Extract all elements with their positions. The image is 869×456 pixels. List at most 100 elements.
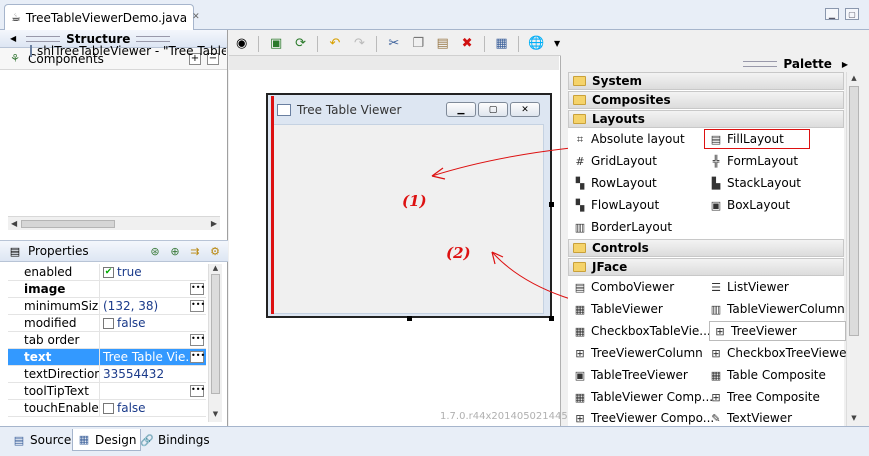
item-label: CheckboxTreeViewer	[727, 346, 852, 360]
tab-bindings[interactable]: 🔗 Bindings	[136, 429, 214, 451]
category-label: Layouts	[592, 112, 645, 126]
item-label: Tree Composite	[727, 390, 820, 404]
table-viewer-icon: ▦	[574, 302, 586, 316]
item-label: ComboViewer	[591, 280, 675, 294]
item-label: TreeViewer	[731, 324, 797, 338]
row-layout-icon: ▚	[575, 176, 585, 190]
table-viewer-column-icon: ▥	[710, 302, 722, 316]
category-label: System	[592, 74, 642, 88]
tab-label: Source	[30, 433, 72, 447]
palette-item-tableviewercolumn[interactable]: ▥ TableViewerColumn	[709, 300, 845, 318]
checkbox-tree-viewer-icon: ⊞	[711, 346, 721, 360]
palette-item-listviewer[interactable]: ☰ ListViewer	[709, 278, 789, 296]
palette-item-flowlayout[interactable]: ▚ FlowLayout	[573, 196, 659, 214]
category-jface[interactable]: JFace	[568, 258, 844, 276]
item-label: StackLayout	[727, 176, 802, 190]
fill-layout-icon: ▤	[710, 132, 722, 146]
item-label: TableTreeViewer	[591, 368, 688, 382]
table-composite-icon: ▦	[710, 368, 722, 382]
palette-item-gridlayout[interactable]: # GridLayout	[573, 152, 657, 170]
grip-icon[interactable]	[743, 61, 778, 67]
table-viewer-composite-icon: ▦	[574, 390, 586, 404]
palette-item-filllayout[interactable]: ▤ FillLayout	[704, 129, 810, 149]
palette-item-rowlayout[interactable]: ▚ RowLayout	[573, 174, 657, 192]
item-label: TreeViewer Compo...	[591, 411, 715, 425]
palette-item-tablecomposite[interactable]: ▦ Table Composite	[709, 366, 826, 384]
palette-item-treeviewercolumn[interactable]: ⊞ TreeViewerColumn	[573, 344, 703, 362]
tree-viewer-icon: ⊞	[715, 324, 725, 338]
tree-viewer-composite-icon: ⊞	[575, 411, 585, 425]
palette-header: Palette ▶	[562, 56, 852, 72]
palette-item-boxlayout[interactable]: ▣ BoxLayout	[709, 196, 790, 214]
palette-item-absolute-layout[interactable]: ⌗ Absolute layout	[573, 130, 685, 148]
item-label: Absolute layout	[591, 132, 685, 146]
palette-item-textviewer[interactable]: ✎ TextViewer	[709, 409, 792, 427]
palette-title: Palette	[783, 57, 832, 71]
design-icon: ▦	[78, 433, 90, 446]
palette-item-tableviewercomposite[interactable]: ▦ TableViewer Comp...	[573, 388, 713, 406]
border-layout-icon: ▥	[574, 220, 586, 234]
table-tree-viewer-icon: ▣	[574, 368, 586, 382]
item-label: GridLayout	[591, 154, 657, 168]
source-icon: ▤	[13, 433, 25, 447]
tab-label: Bindings	[158, 433, 210, 447]
item-label: CheckboxTableVie...	[591, 324, 711, 338]
box-layout-icon: ▣	[710, 198, 722, 212]
text-viewer-icon: ✎	[711, 411, 721, 425]
item-label: FillLayout	[727, 132, 784, 146]
tab-label: Design	[95, 432, 137, 447]
tree-composite-icon: ⊞	[711, 390, 721, 404]
collapse-right-icon[interactable]: ▶	[842, 60, 848, 69]
item-label: TableViewer Comp...	[591, 390, 714, 404]
palette-item-treecomposite[interactable]: ⊞ Tree Composite	[709, 388, 820, 406]
palette-item-tableviewer[interactable]: ▦ TableViewer	[573, 300, 663, 318]
category-controls[interactable]: Controls	[568, 239, 844, 257]
item-label: ListViewer	[727, 280, 789, 294]
grid-layout-icon: #	[575, 154, 585, 168]
item-label: RowLayout	[591, 176, 657, 190]
checkbox-table-viewer-icon: ▦	[574, 324, 586, 338]
item-label: TreeViewerColumn	[591, 346, 703, 360]
item-label: BorderLayout	[591, 220, 673, 234]
category-system[interactable]: System	[568, 72, 844, 90]
tree-viewer-column-icon: ⊞	[575, 346, 585, 360]
absolute-layout-icon: ⌗	[576, 132, 584, 146]
bindings-icon: 🔗	[140, 433, 154, 447]
palette-item-comboviewer[interactable]: ▤ ComboViewer	[573, 278, 674, 296]
palette-item-checkboxtreeviewer[interactable]: ⊞ CheckboxTreeViewer	[709, 344, 851, 362]
category-composites[interactable]: Composites	[568, 91, 844, 109]
category-label: JFace	[592, 260, 628, 274]
version-label: 1.7.0.r44x201405021445	[440, 411, 568, 422]
folder-icon	[573, 114, 586, 124]
item-label: TextViewer	[727, 411, 793, 425]
palette-item-treeviewer[interactable]: ⊞ TreeViewer	[709, 321, 846, 341]
folder-icon	[573, 243, 586, 253]
item-label: BoxLayout	[727, 198, 791, 212]
scroll-down-icon[interactable]: ▼	[847, 414, 861, 422]
folder-icon	[573, 262, 586, 272]
item-label: Table Composite	[727, 368, 826, 382]
palette-item-treeviewercomposite[interactable]: ⊞ TreeViewer Compo...	[573, 409, 714, 427]
tab-design[interactable]: ▦ Design	[72, 429, 142, 451]
palette-item-borderlayout[interactable]: ▥ BorderLayout	[573, 218, 672, 236]
category-label: Controls	[592, 241, 649, 255]
scroll-up-icon[interactable]: ▲	[847, 74, 861, 82]
category-label: Composites	[592, 93, 671, 107]
item-label: TableViewerColumn	[727, 302, 845, 316]
folder-icon	[573, 95, 586, 105]
stack-layout-icon: ▙	[711, 176, 721, 190]
scroll-thumb[interactable]	[849, 86, 859, 336]
palette-item-stacklayout[interactable]: ▙ StackLayout	[709, 174, 801, 192]
item-label: TableViewer	[591, 302, 663, 316]
category-layouts[interactable]: Layouts	[568, 110, 844, 128]
flow-layout-icon: ▚	[575, 198, 585, 212]
list-viewer-icon: ☰	[711, 280, 721, 294]
palette-item-tabletreeviewer[interactable]: ▣ TableTreeViewer	[573, 366, 688, 384]
palette-item-formlayout[interactable]: ╬ FormLayout	[709, 152, 798, 170]
item-label: FlowLayout	[591, 198, 660, 212]
combo-viewer-icon: ▤	[574, 280, 586, 294]
folder-icon	[573, 76, 586, 86]
palette-vscrollbar[interactable]: ▲ ▼	[846, 72, 861, 426]
tab-source[interactable]: ▤ Source	[8, 429, 75, 451]
palette-item-checkboxtableviewer[interactable]: ▦ CheckboxTableVie...	[573, 322, 711, 340]
